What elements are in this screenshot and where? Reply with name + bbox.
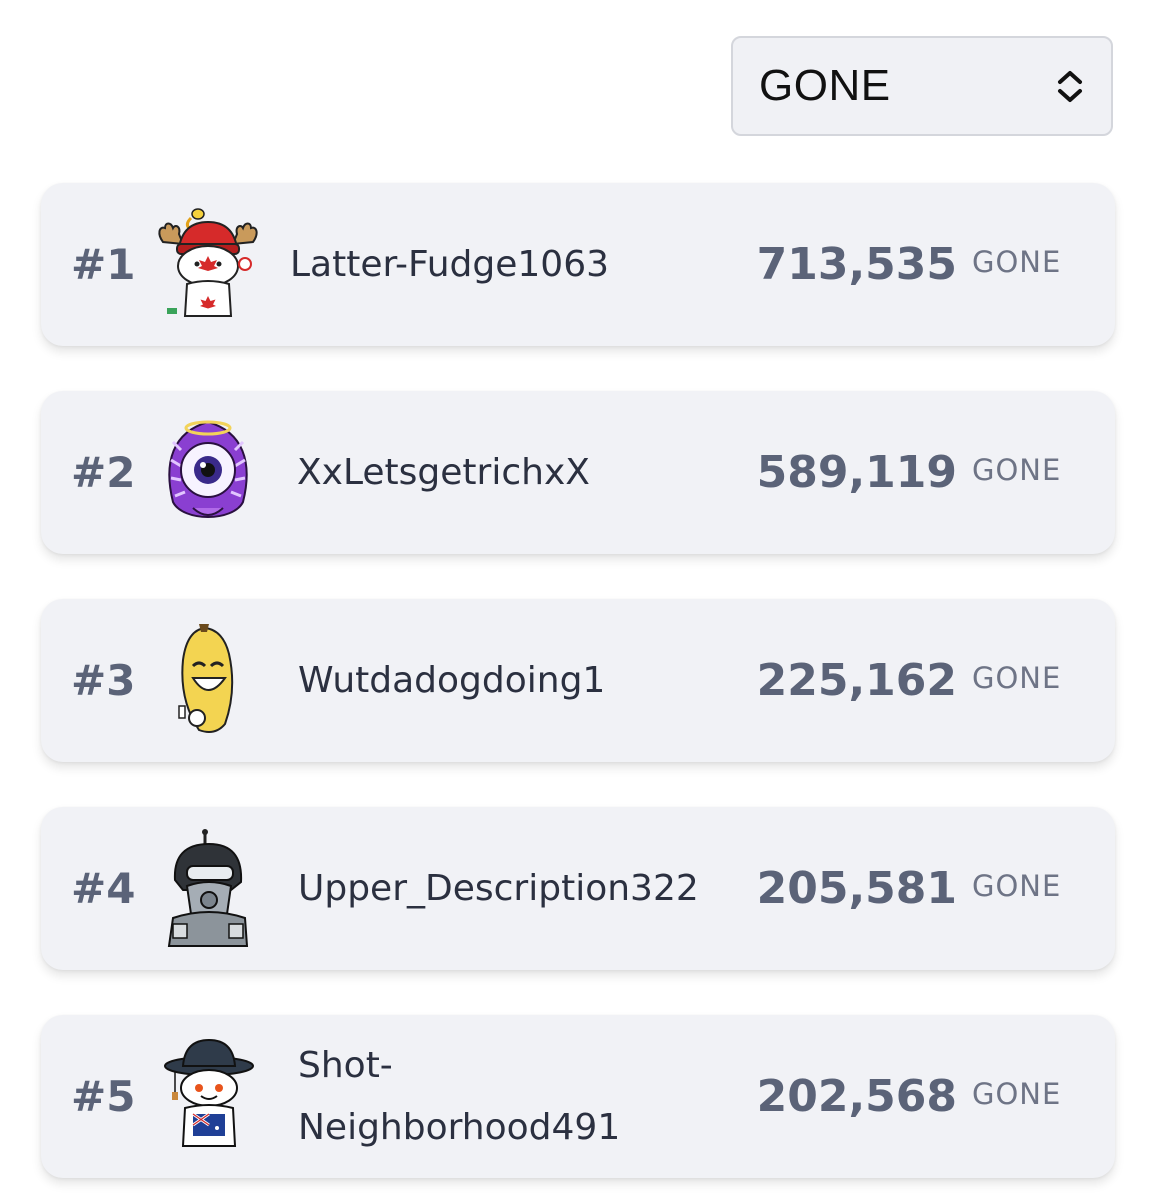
rank-label: #1 — [71, 240, 136, 289]
banana-avatar — [178, 624, 234, 733]
rank-label: #2 — [71, 448, 136, 497]
leaderboard-row[interactable]: #5 Shot- Neighborhood491 202,568 GONE — [41, 1015, 1115, 1178]
token-amount: 589,119 — [756, 447, 957, 498]
token-amount: 225,162 — [756, 655, 957, 706]
chevron-updown-icon — [1058, 71, 1082, 102]
username[interactable]: Latter-Fudge1063 — [290, 234, 710, 296]
purple-eye-avatar — [168, 420, 248, 518]
hooded-robot-avatar — [167, 829, 249, 947]
leaderboard-row[interactable]: #4 Upper_Description322 205,581 GONE — [41, 807, 1115, 970]
leaderboard-list: #1 Latter-Fudge1063 713,535 GONE #2 XxLe… — [41, 183, 1115, 1200]
rank-label: #5 — [71, 1072, 136, 1121]
leaderboard-row[interactable]: #2 XxLetsgetrichxX 589,119 GONE — [41, 391, 1115, 554]
token-unit: GONE — [972, 868, 1062, 903]
token-amount: 202,568 — [756, 1071, 957, 1122]
username[interactable]: XxLetsgetrichxX — [297, 442, 717, 504]
rank-label: #3 — [71, 656, 136, 705]
token-select-value: GONE — [759, 61, 891, 110]
australia-hat-avatar — [164, 1038, 254, 1147]
token-unit: GONE — [972, 660, 1062, 695]
leaderboard-row[interactable]: #3 Wutdadogdoing1 225,162 GONE — [41, 599, 1115, 762]
username[interactable]: Wutdadogdoing1 — [298, 650, 718, 712]
token-amount: 713,535 — [756, 239, 957, 290]
token-unit: GONE — [972, 452, 1062, 487]
token-select-dropdown[interactable]: GONE — [731, 36, 1113, 136]
token-amount: 205,581 — [756, 863, 957, 914]
rank-label: #4 — [71, 864, 136, 913]
username[interactable]: Shot- Neighborhood491 — [298, 1035, 658, 1159]
leaderboard-page: GONE #1 Latter-Fudge1063 713,535 GONE #2… — [0, 0, 1156, 1200]
token-unit: GONE — [972, 244, 1062, 279]
username[interactable]: Upper_Description322 — [298, 858, 758, 920]
leaderboard-row[interactable]: #1 Latter-Fudge1063 713,535 GONE — [41, 183, 1115, 346]
token-unit: GONE — [972, 1076, 1062, 1111]
moose-canada-avatar — [158, 208, 258, 317]
